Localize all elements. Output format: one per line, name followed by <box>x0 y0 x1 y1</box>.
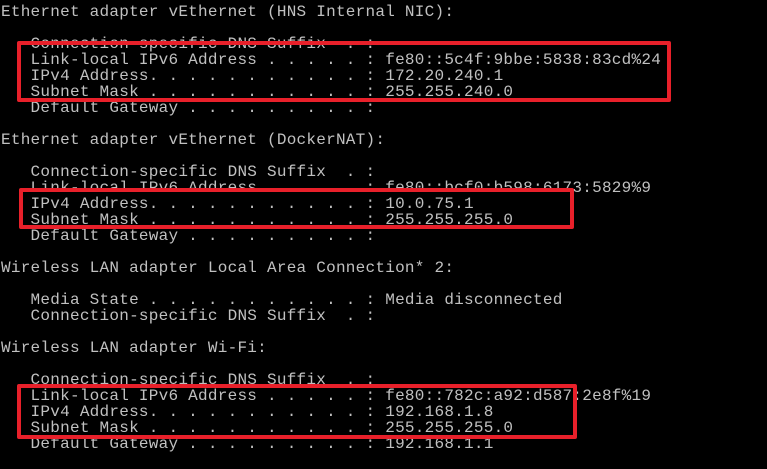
docker-ipv4-line: IPv4 Address. . . . . . . . . . . : 10.0… <box>1 195 474 213</box>
wifi-dns-suffix-line: Connection-specific DNS Suffix . : <box>1 371 376 389</box>
adapter-header-local-area: Wireless LAN adapter Local Area Connecti… <box>1 259 455 277</box>
docker-dns-suffix-line: Connection-specific DNS Suffix . : <box>1 163 376 181</box>
adapter-header-dockernat: Ethernet adapter vEthernet (DockerNAT): <box>1 131 386 149</box>
console-window[interactable]: Ethernet adapter vEthernet (HNS Internal… <box>0 0 767 469</box>
docker-gateway-line: Default Gateway . . . . . . . . . : <box>1 227 376 245</box>
wifi-gateway-line: Default Gateway . . . . . . . . . : 192.… <box>1 435 494 453</box>
adapter-header-hns: Ethernet adapter vEthernet (HNS Internal… <box>1 3 455 21</box>
hns-subnet-line: Subnet Mask . . . . . . . . . . . : 255.… <box>1 83 514 101</box>
hns-gateway-line: Default Gateway . . . . . . . . . : <box>1 99 376 117</box>
hns-ipv4-line: IPv4 Address. . . . . . . . . . . : 172.… <box>1 67 504 85</box>
wifi-ipv6-line: Link-local IPv6 Address . . . . . : fe80… <box>1 387 652 405</box>
docker-subnet-line: Subnet Mask . . . . . . . . . . . : 255.… <box>1 211 514 229</box>
local-dns-suffix-line: Connection-specific DNS Suffix . : <box>1 307 376 325</box>
wifi-ipv4-line: IPv4 Address. . . . . . . . . . . : 192.… <box>1 403 494 421</box>
adapter-header-wifi: Wireless LAN adapter Wi-Fi: <box>1 339 267 357</box>
docker-ipv6-line: Link-local IPv6 Address . . . . . : fe80… <box>1 179 652 197</box>
hns-dns-suffix-line: Connection-specific DNS Suffix . : <box>1 35 376 53</box>
hns-ipv6-line: Link-local IPv6 Address . . . . . : fe80… <box>1 51 662 69</box>
wifi-subnet-line: Subnet Mask . . . . . . . . . . . : 255.… <box>1 419 514 437</box>
local-media-state-line: Media State . . . . . . . . . . . : Medi… <box>1 291 563 309</box>
